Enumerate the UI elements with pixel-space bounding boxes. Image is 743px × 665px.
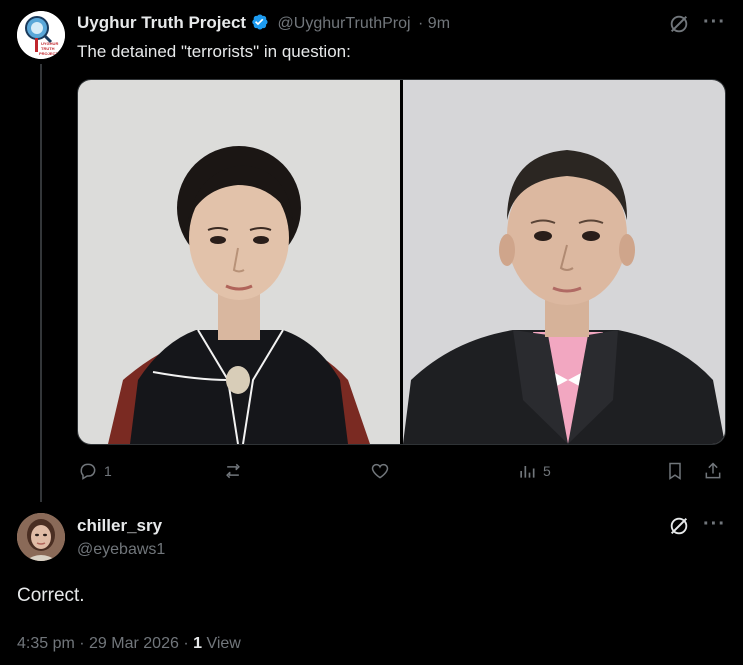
avatar-photo — [17, 513, 65, 561]
reply-action[interactable]: 1 — [78, 461, 112, 481]
reply-timestamp[interactable]: 4:35 pm · 29 Mar 2026 · — [17, 635, 189, 652]
verified-badge-icon — [249, 12, 269, 32]
post-header: Uyghur Truth Project @UyghurTruthProj · … — [77, 12, 450, 33]
repost-action[interactable] — [223, 461, 243, 481]
reply-view-label: View — [206, 635, 241, 652]
uyghur-truth-logo: UYGHUR TRUTH PROJECT — [17, 11, 65, 59]
reply-text: Correct. — [17, 585, 85, 606]
like-action[interactable] — [370, 461, 390, 481]
reply-author-name[interactable]: chiller_sry — [77, 516, 162, 536]
svg-text:PROJECT: PROJECT — [39, 51, 58, 56]
view-count: 5 — [543, 463, 551, 479]
analytics-icon — [520, 466, 535, 478]
views-action[interactable]: 5 — [517, 461, 551, 481]
bookmark-icon — [669, 462, 681, 480]
photo-girl[interactable] — [78, 80, 400, 444]
reply-author-handle[interactable]: @eyebaws1 — [77, 541, 165, 559]
share-icon — [705, 462, 721, 479]
author-avatar[interactable]: UYGHUR TRUTH PROJECT — [17, 11, 65, 59]
grok-icon[interactable] — [668, 13, 690, 40]
reply-count: 1 — [104, 463, 112, 479]
reply-more-options-icon[interactable]: ··· — [703, 513, 726, 536]
post-time[interactable]: · 9m — [418, 15, 450, 32]
reply-grok-icon[interactable] — [668, 515, 690, 542]
more-options-icon[interactable]: ··· — [703, 11, 726, 34]
heart-icon — [371, 463, 389, 479]
bookmark-action[interactable] — [665, 461, 685, 481]
post-media[interactable] — [77, 79, 726, 445]
thread-line — [40, 64, 42, 502]
author-handle[interactable]: @UyghurTruthProj — [278, 15, 411, 32]
reply-meta: 4:35 pm · 29 Mar 2026 · 1 View — [17, 635, 241, 653]
repost-icon — [226, 463, 240, 479]
photo-boy[interactable] — [403, 80, 725, 444]
share-action[interactable] — [703, 461, 723, 481]
reply-author-avatar[interactable] — [17, 513, 65, 561]
author-name[interactable]: Uyghur Truth Project — [77, 13, 246, 32]
reply-view-count: 1 — [193, 635, 202, 652]
post-text: The detained "terrorists" in question: — [77, 42, 351, 61]
reply-icon — [80, 463, 96, 480]
